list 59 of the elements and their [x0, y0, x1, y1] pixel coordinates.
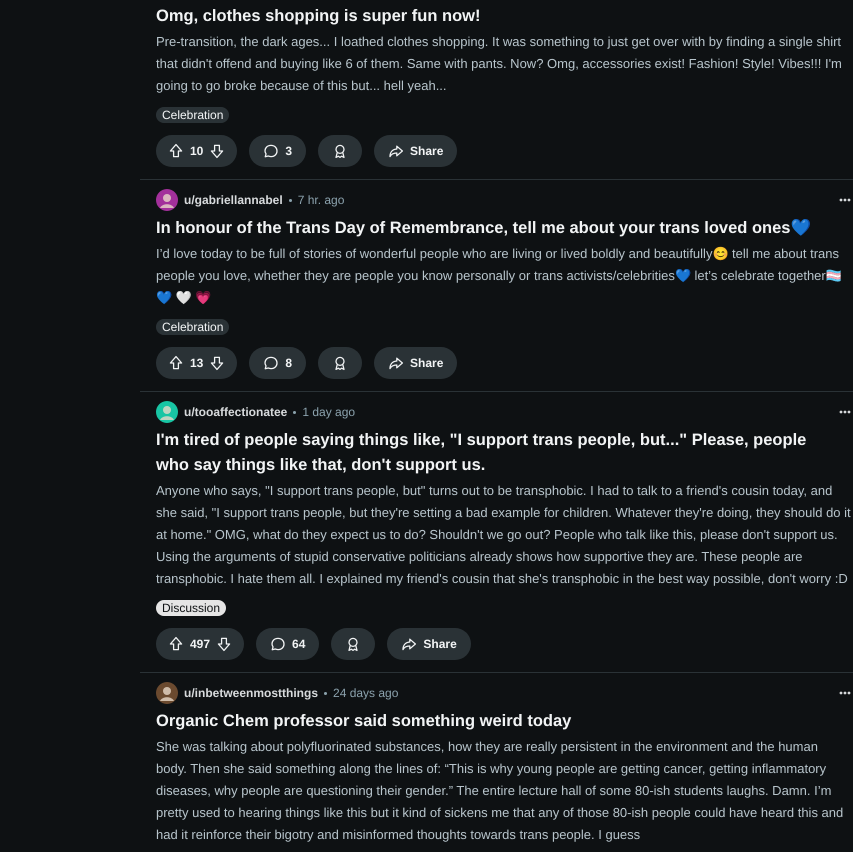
flair-tag[interactable]: Discussion: [156, 600, 226, 616]
vote-count: 13: [190, 356, 204, 370]
share-button[interactable]: Share: [374, 135, 458, 167]
upvote-icon: [168, 143, 184, 159]
more-options-button[interactable]: [839, 198, 851, 202]
share-button[interactable]: Share: [387, 628, 471, 660]
username[interactable]: u/tooaffectionatee: [184, 405, 288, 419]
avatar-icon[interactable]: [156, 682, 178, 704]
more-icon: [839, 410, 851, 414]
downvote-icon: [216, 636, 232, 652]
more-options-button[interactable]: [839, 691, 851, 695]
downvote-button[interactable]: [209, 143, 226, 159]
share-icon: [401, 636, 418, 652]
award-button[interactable]: [318, 347, 362, 379]
post-time: 7 hr. ago: [298, 193, 344, 207]
comment-icon: [270, 636, 286, 652]
post-title[interactable]: I'm tired of people saying things like, "I support trans people, but..." Please, people who say things like that, don't support us.: [156, 428, 853, 478]
post-title[interactable]: Omg, clothes shopping is super fun now!: [156, 4, 853, 29]
post-body: Anyone who says, "I support trans people, but" turns out to be transphobic. I had to talk to a friend's cousin today, and she said, "I support trans people, but they're setting a bad example for children. Whatever they're doing, they should do it at home." OMG, what do they expect us to do? Shouldn't we go out? People who talk like this, please don't support us. Using the arguments of stupid conservative politicians already shows how supportive they are. These people are transphobic. I hate them all. I explained my friend's cousin that she's transphobic in the best way possible, don't worry :D: [156, 482, 852, 588]
downvote-button[interactable]: [216, 636, 232, 652]
more-icon: [839, 198, 851, 202]
downvote-icon: [209, 143, 226, 159]
avatar-icon[interactable]: [156, 189, 178, 211]
upvote-button[interactable]: [168, 636, 184, 652]
vote-count: 10: [190, 144, 204, 158]
downvote-icon: [209, 355, 226, 371]
post-title[interactable]: Organic Chem professor said something weird today: [156, 709, 853, 734]
post-time: 24 days ago: [333, 686, 398, 700]
downvote-button[interactable]: [209, 355, 226, 371]
separator-dot: [288, 198, 292, 202]
separator-dot: [293, 410, 296, 414]
comments-button[interactable]: 3: [249, 135, 306, 167]
post-time: 1 day ago: [302, 405, 356, 419]
comments-button[interactable]: 64: [256, 628, 320, 660]
more-options-button[interactable]: [839, 410, 851, 414]
share-icon: [388, 355, 404, 371]
share-icon: [388, 143, 404, 159]
upvote-button[interactable]: [168, 143, 184, 159]
flair-tag[interactable]: Celebration: [156, 319, 230, 335]
upvote-button[interactable]: [168, 355, 184, 371]
vote-count: 497: [190, 637, 210, 651]
upvote-icon: [168, 636, 184, 652]
post-body: I’d love today to be full of stories of wonderful people who are living or lived boldly and beautifully😊 tell me about trans people you love, whether they are people you know personally or trans activists/celebrities💙 let’s celebrate together🏳‍⚧ 💙 🤍 💗: [156, 245, 843, 307]
upvote-icon: [168, 355, 184, 371]
username[interactable]: u/gabriellannabel: [184, 193, 283, 207]
award-button[interactable]: [318, 135, 362, 167]
comment-icon: [263, 143, 280, 159]
post-body: She was talking about polyfluorinated substances, how they are really persistent in the environment and the human body. Then she said something along the lines of: “This is why young people are getting cancer, getting inflammatory diseases, why people are questioning their gender.” The entire lecture hall of some 80-ish students laughs. Damn. I’m pretty used to hearing things like this but it kind of sickens me that any of those 80-ish people could have heard this and had it reinforce their bigotry and misinformed thoughts towards trans people. I guess: [156, 738, 844, 844]
award-button[interactable]: [331, 628, 376, 660]
comment-icon: [263, 355, 280, 371]
separator-dot: [324, 692, 328, 694]
comments-button[interactable]: 8: [249, 347, 306, 379]
share-button[interactable]: Share: [374, 347, 458, 379]
avatar-icon[interactable]: [156, 401, 178, 423]
post-title[interactable]: In honour of the Trans Day of Remembrance, tell me about your trans loved ones💙: [156, 216, 853, 241]
username[interactable]: u/inbetweenmostthings: [184, 686, 318, 700]
more-icon: [839, 691, 851, 695]
flair-tag[interactable]: Celebration: [156, 107, 230, 123]
post-body: Pre-transition, the dark ages... I loathed clothes shopping. It was something to just get over with by finding a single shirt that didn't offend and buying like 6 of them. Same with pants. Now? Omg, accessories exist! Fashion! Style! Vibes!!! I'm going to go broke because of this but... hell yeah...: [156, 33, 843, 95]
